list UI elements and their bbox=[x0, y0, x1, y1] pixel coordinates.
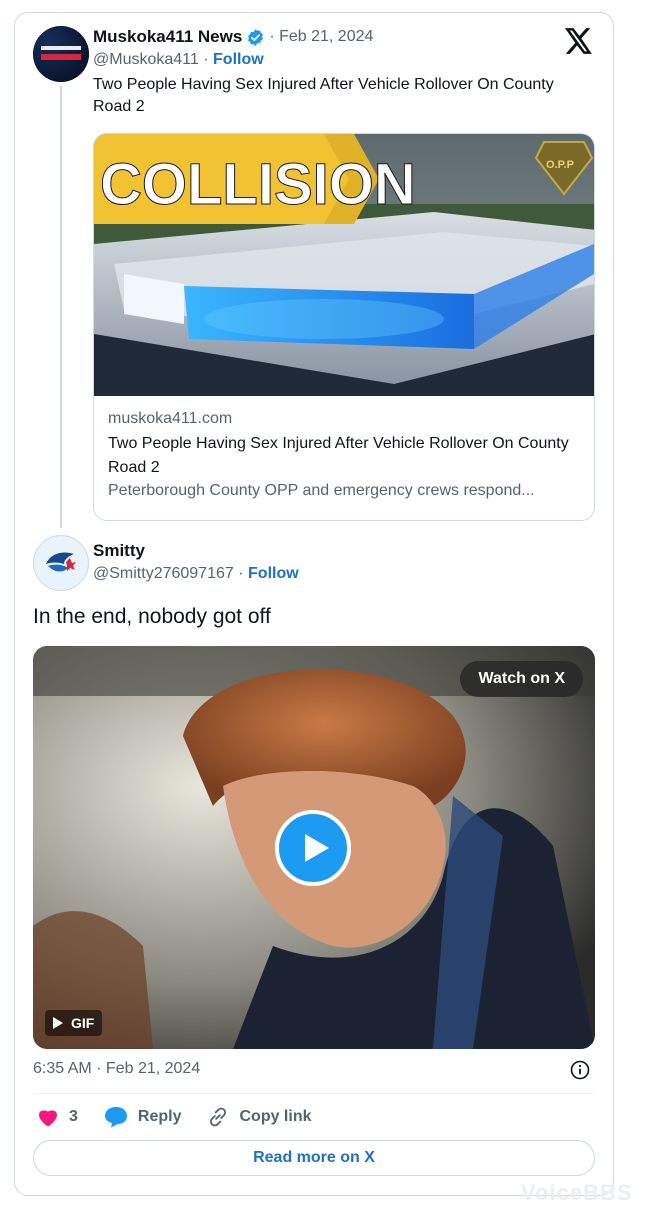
separator-dot: · bbox=[238, 565, 244, 582]
smitty-avatar[interactable] bbox=[33, 535, 89, 591]
reply-author-row: Smitty bbox=[93, 541, 145, 561]
gif-badge: GIF bbox=[45, 1010, 103, 1036]
separator-dot: · bbox=[203, 51, 209, 68]
gif-media[interactable]: Watch on X GIF bbox=[33, 646, 595, 1049]
like-button[interactable]: 3 bbox=[37, 1107, 78, 1127]
info-icon[interactable] bbox=[570, 1060, 590, 1080]
quoted-author-row: Muskoka411 News · Feb 21, 2024 bbox=[93, 27, 373, 47]
opp-badge-text: O.P.P bbox=[546, 159, 574, 171]
verified-badge-icon bbox=[248, 28, 264, 46]
follow-button[interactable]: Follow bbox=[213, 51, 264, 68]
collision-image: COLLISION O.P.P bbox=[94, 134, 594, 396]
collision-image-text: COLLISION bbox=[100, 152, 416, 217]
play-icon[interactable] bbox=[275, 810, 351, 886]
watch-on-x-button[interactable]: Watch on X bbox=[460, 661, 583, 697]
link-domain: muskoka411.com bbox=[108, 410, 233, 427]
read-more-button[interactable]: Read more on X bbox=[33, 1140, 595, 1176]
quoted-author-name[interactable]: Muskoka411 News bbox=[93, 27, 242, 47]
heart-icon bbox=[39, 1110, 57, 1127]
divider bbox=[33, 1093, 595, 1094]
x-logo-icon[interactable] bbox=[565, 28, 593, 54]
reply-handle[interactable]: @Smitty276097167 bbox=[93, 565, 234, 582]
gif-play-icon bbox=[53, 1017, 63, 1029]
quoted-tweet-text: Two People Having Sex Injured After Vehi… bbox=[93, 76, 554, 115]
tweet-timestamp[interactable]: 6:35 AM · Feb 21, 2024 bbox=[33, 1060, 200, 1078]
follow-button[interactable]: Follow bbox=[248, 565, 299, 582]
reply-label: Reply bbox=[137, 1108, 182, 1125]
copy-link-label: Copy link bbox=[239, 1108, 312, 1125]
quoted-handle-row: @Muskoka411 · Follow bbox=[93, 51, 264, 69]
separator-dot: · bbox=[269, 28, 275, 45]
link-preview-card[interactable]: COLLISION O.P.P muskoka411.com Two Peopl… bbox=[93, 133, 595, 521]
watermark-text: VoiceBBS bbox=[521, 1180, 633, 1205]
link-description: Peterborough County OPP and emergency cr… bbox=[108, 482, 535, 499]
link-meta: muskoka411.com Two People Having Sex Inj… bbox=[108, 410, 582, 500]
copy-link-button[interactable]: Copy link bbox=[207, 1106, 312, 1128]
link-title: Two People Having Sex Injured After Vehi… bbox=[108, 435, 569, 476]
reply-button[interactable]: Reply bbox=[104, 1106, 182, 1128]
quoted-date[interactable]: Feb 21, 2024 bbox=[279, 28, 373, 45]
reply-author-name[interactable]: Smitty bbox=[93, 541, 145, 561]
quoted-handle[interactable]: @Muskoka411 bbox=[93, 51, 199, 68]
reply-bubble-icon bbox=[104, 1107, 127, 1128]
thread-connector-line bbox=[60, 86, 62, 528]
reply-handle-row: @Smitty276097167 · Follow bbox=[93, 565, 299, 583]
like-count: 3 bbox=[69, 1108, 78, 1125]
gif-label: GIF bbox=[71, 1015, 95, 1031]
muskoka411-avatar[interactable] bbox=[33, 26, 89, 82]
action-bar: 3 Reply Copy link bbox=[37, 1105, 338, 1129]
link-icon bbox=[210, 1107, 227, 1127]
reply-tweet-text: In the end, nobody got off bbox=[33, 605, 271, 628]
